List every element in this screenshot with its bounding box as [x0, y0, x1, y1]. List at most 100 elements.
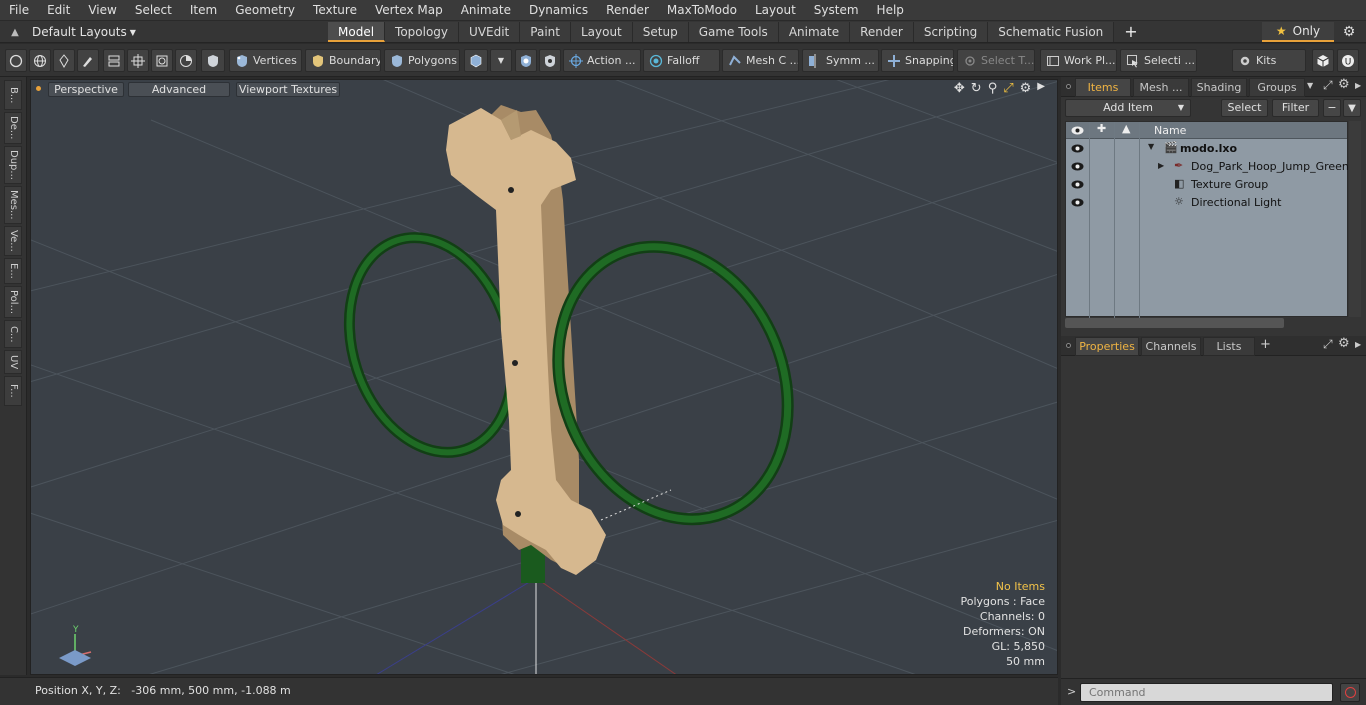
work-plane-button[interactable]: Work Pl... [1040, 49, 1117, 72]
vtab-polygon[interactable]: Pol... [4, 286, 22, 318]
tab-items[interactable]: Items [1075, 78, 1131, 97]
tree-row-scene[interactable]: ▼ 🎬 modo.lxo [1066, 140, 1347, 158]
expand-panel-icon[interactable]: ⤢ [1323, 337, 1333, 352]
layout-dropdown[interactable]: ▲ Default Layouts ▼ [4, 21, 136, 43]
vertices-button[interactable]: Vertices [229, 49, 302, 72]
menu-help[interactable]: Help [868, 0, 913, 21]
material-button[interactable] [515, 49, 537, 72]
panel-menu-dot[interactable] [1066, 343, 1071, 348]
snap-button[interactable] [151, 49, 173, 72]
gear-icon[interactable]: ⚙ [1340, 23, 1358, 41]
boundary-button[interactable]: Boundary [305, 49, 381, 72]
tab-channels[interactable]: Channels [1141, 337, 1201, 356]
expand-panel-icon[interactable]: ⤢ [1323, 78, 1333, 93]
select-circle-button[interactable] [5, 49, 27, 72]
falloff-button[interactable]: Falloff [643, 49, 720, 72]
tab-render[interactable]: Render [850, 22, 914, 42]
tab-setup[interactable]: Setup [632, 22, 689, 42]
tab-animate[interactable]: Animate [778, 22, 851, 42]
only-toggle[interactable]: ★ Only [1262, 22, 1334, 42]
tab-topology[interactable]: Topology [385, 22, 460, 42]
select-button[interactable]: Select [1221, 99, 1268, 117]
menu-texture[interactable]: Texture [304, 0, 366, 21]
chevron-down-icon[interactable]: ▼ [1307, 81, 1313, 90]
viewport-expand-icon[interactable]: ▶ [1037, 81, 1045, 96]
kits-button[interactable]: Kits [1232, 49, 1306, 72]
snapping-button[interactable]: Snapping [881, 49, 954, 72]
globe-button[interactable] [29, 49, 51, 72]
tab-paint[interactable]: Paint [520, 22, 571, 42]
move-view-icon[interactable]: ✥ [954, 81, 965, 96]
item-mode-dropdown[interactable]: ▼ [490, 49, 512, 72]
pivot-button[interactable] [539, 49, 561, 72]
vtab-fusion[interactable]: F... [4, 376, 22, 406]
vtab-edge[interactable]: E... [4, 258, 22, 284]
3d-viewport[interactable]: Y Perspective Advanced Viewport Textures… [30, 79, 1058, 675]
tree-row-directional-light[interactable]: ☼ Directional Light [1066, 194, 1347, 212]
modo-cube-button[interactable] [1312, 49, 1334, 72]
align-button[interactable] [103, 49, 125, 72]
select-through-button[interactable]: Select T... [957, 49, 1035, 72]
command-input[interactable] [1080, 683, 1333, 702]
selection-sets-button[interactable]: Selecti ... [1120, 49, 1197, 72]
viewport-textures-button[interactable]: Viewport Textures [236, 82, 340, 97]
vtab-duplicate[interactable]: Dup... [4, 146, 22, 184]
menu-render[interactable]: Render [597, 0, 658, 21]
pie-button[interactable] [175, 49, 197, 72]
vtab-deform[interactable]: De... [4, 112, 22, 144]
tree-row-mesh[interactable]: ▶ ✒ Dog_Park_Hoop_Jump_Green [1066, 158, 1349, 176]
menu-layout[interactable]: Layout [746, 0, 805, 21]
menu-vertex-map[interactable]: Vertex Map [366, 0, 452, 21]
visibility-eye-icon[interactable] [1071, 143, 1084, 154]
visibility-eye-icon[interactable] [1071, 179, 1084, 190]
panel-gear-icon[interactable]: ⚙ [1338, 336, 1350, 351]
add-tab-button[interactable]: + [1114, 22, 1147, 42]
menu-item[interactable]: Item [181, 0, 226, 21]
advanced-shading-button[interactable]: Advanced [128, 82, 230, 97]
menu-maxtomodo[interactable]: MaxToModo [658, 0, 746, 21]
filter-toggle-button[interactable]: ▼ [1343, 99, 1361, 117]
rotate-view-icon[interactable]: ↻ [971, 81, 982, 96]
panel-arrow-icon[interactable]: ▶ [1355, 340, 1361, 349]
record-button[interactable] [1340, 683, 1360, 702]
viewport-menu-dot[interactable] [36, 86, 41, 91]
perspective-button[interactable]: Perspective [48, 82, 124, 97]
name-column-header[interactable]: Name [1154, 124, 1186, 137]
tab-mesh[interactable]: Mesh ... [1133, 78, 1189, 97]
menu-animate[interactable]: Animate [452, 0, 520, 21]
maximize-view-icon[interactable]: ⤢ [1003, 81, 1013, 96]
center-button[interactable] [127, 49, 149, 72]
tab-groups[interactable]: Groups [1249, 78, 1305, 97]
collapse-list-button[interactable]: − [1323, 99, 1341, 117]
tab-game-tools[interactable]: Game Tools [688, 22, 779, 42]
expand-arrow-icon[interactable]: ▼ [1148, 142, 1154, 151]
menu-dynamics[interactable]: Dynamics [520, 0, 597, 21]
action-center-button[interactable]: Action ... [563, 49, 641, 72]
vtab-mesh-edit[interactable]: Mes... [4, 186, 22, 224]
symmetry-button[interactable]: Symm ... [802, 49, 879, 72]
filter-button[interactable]: Filter [1272, 99, 1319, 117]
tab-shading[interactable]: Shading [1191, 78, 1247, 97]
zoom-view-icon[interactable]: ⚲ [988, 81, 998, 96]
menu-file[interactable]: File [0, 0, 38, 21]
pen-button[interactable] [53, 49, 75, 72]
vtab-vertex[interactable]: Ve... [4, 226, 22, 256]
items-vertical-scrollbar[interactable] [1349, 121, 1361, 317]
menu-select[interactable]: Select [126, 0, 181, 21]
tab-model[interactable]: Model [328, 22, 386, 42]
tab-layout[interactable]: Layout [570, 22, 633, 42]
unreal-button[interactable]: U [1337, 49, 1359, 72]
item-mode-button[interactable] [464, 49, 488, 72]
tab-scripting[interactable]: Scripting [913, 22, 989, 42]
visibility-eye-icon[interactable] [1071, 197, 1084, 208]
panel-gear-icon[interactable]: ⚙ [1338, 77, 1350, 92]
tab-schematic-fusion[interactable]: Schematic Fusion [988, 22, 1115, 42]
tab-uvedit[interactable]: UVEdit [459, 22, 521, 42]
menu-edit[interactable]: Edit [38, 0, 79, 21]
menu-view[interactable]: View [79, 0, 125, 21]
expand-arrow-icon[interactable]: ▶ [1158, 161, 1164, 170]
vtab-curve[interactable]: C... [4, 320, 22, 348]
tab-properties[interactable]: Properties [1075, 337, 1139, 356]
panel-arrow-icon[interactable]: ▶ [1355, 81, 1361, 90]
shield-button[interactable] [201, 49, 225, 72]
